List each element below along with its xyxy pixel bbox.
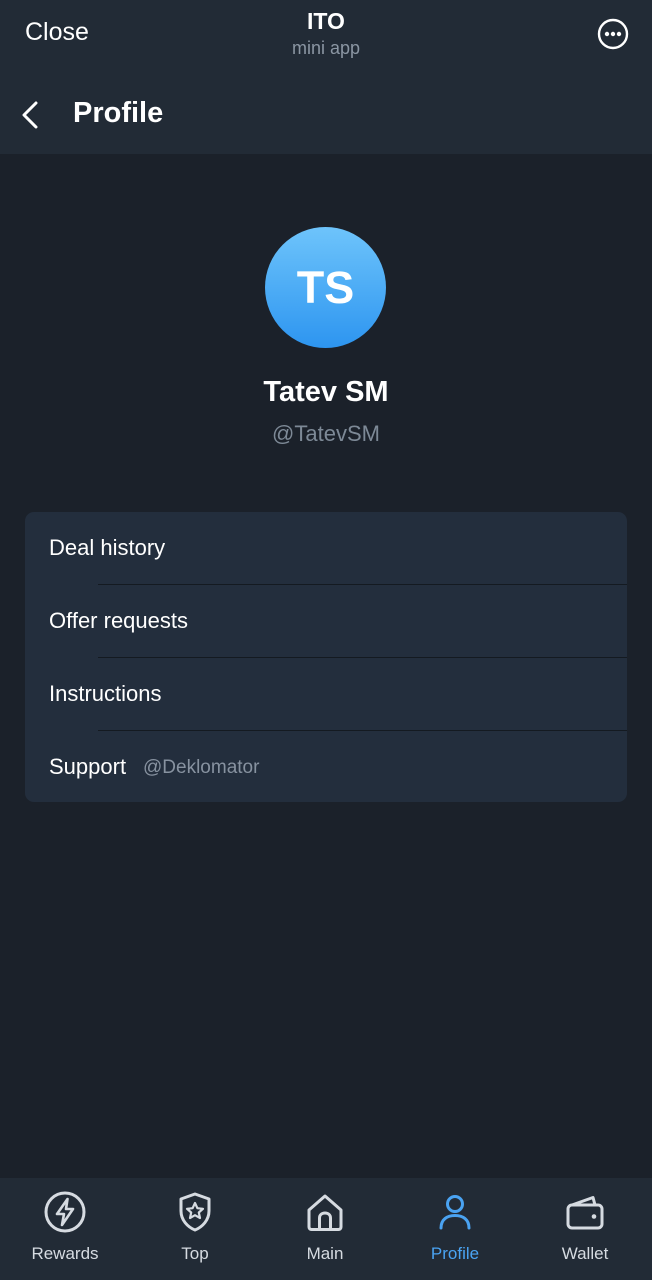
nav-label: Main	[306, 1244, 344, 1263]
app-title: ITO	[307, 8, 345, 34]
nav-item-rewards[interactable]: Rewards	[0, 1178, 130, 1280]
menu-item-label: Support	[49, 754, 127, 779]
menu-item-support[interactable]: Support @Deklomator	[25, 731, 627, 802]
more-options-button[interactable]	[597, 18, 629, 50]
user-handle: @TatevSM	[272, 421, 380, 446]
app-subtitle: mini app	[291, 38, 361, 58]
nav-item-main[interactable]: Main	[260, 1178, 390, 1280]
nav-item-top[interactable]: Top	[130, 1178, 260, 1280]
support-handle: @Deklomator	[143, 757, 260, 778]
more-horizontal-circle-icon	[597, 18, 629, 50]
home-icon	[307, 1194, 343, 1231]
nav-label: Rewards	[31, 1244, 99, 1263]
profile-menu: Deal history Offer requests Instructions…	[25, 512, 627, 802]
avatar: TS	[265, 227, 386, 348]
menu-item-label: Instructions	[49, 681, 162, 706]
bottom-nav: Rewards Top Main Profile Wallet	[0, 1178, 652, 1280]
user-name: Tatev SM	[263, 376, 389, 408]
nav-label: Top	[181, 1244, 209, 1263]
lightning-circle-icon	[44, 1191, 86, 1233]
back-button[interactable]	[18, 98, 46, 132]
menu-item-instructions[interactable]: Instructions	[25, 658, 627, 730]
nav-label: Profile	[430, 1244, 480, 1263]
menu-item-deal-history[interactable]: Deal history	[25, 512, 627, 584]
menu-item-offer-requests[interactable]: Offer requests	[25, 585, 627, 657]
menu-item-label: Deal history	[49, 535, 166, 560]
menu-item-label: Offer requests	[49, 608, 188, 633]
page-title: Profile	[73, 97, 164, 129]
avatar-initials: TS	[296, 261, 355, 313]
person-icon	[439, 1195, 471, 1230]
nav-item-wallet[interactable]: Wallet	[520, 1178, 650, 1280]
star-shield-icon	[179, 1192, 211, 1232]
nav-item-profile[interactable]: Profile	[390, 1178, 520, 1280]
nav-label: Wallet	[561, 1244, 609, 1263]
chevron-left-icon	[22, 101, 38, 129]
wallet-icon	[566, 1196, 604, 1230]
top-bar: Close ITO mini app	[0, 0, 652, 76]
page-header: Profile	[0, 76, 652, 154]
